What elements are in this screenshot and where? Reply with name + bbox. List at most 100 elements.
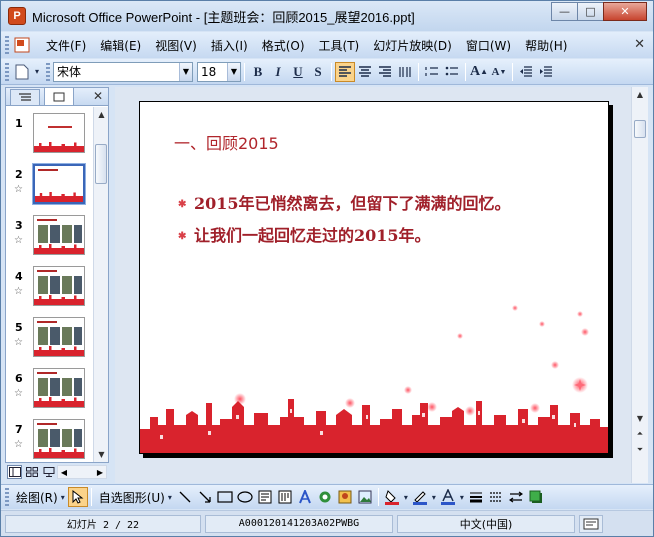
- font-color-icon[interactable]: [438, 487, 458, 507]
- slide-thumb-4[interactable]: 4 ☆: [6, 266, 92, 316]
- shrink-font-button[interactable]: A ▼: [489, 62, 509, 82]
- line-style-icon[interactable]: [466, 487, 486, 507]
- bullet-item[interactable]: ✱ 2015年已悄然离去，但留下了满满的回忆。: [178, 190, 511, 214]
- menu-format[interactable]: 格式(O): [262, 37, 305, 54]
- pane-close-icon[interactable]: ✕: [93, 89, 103, 103]
- diagram-icon[interactable]: [315, 487, 335, 507]
- normal-view-icon[interactable]: [7, 465, 22, 479]
- slide-thumbnail[interactable]: [33, 368, 85, 408]
- toolbar-grip[interactable]: [5, 62, 9, 81]
- numbered-list-icon[interactable]: [422, 62, 442, 82]
- line-tool-icon[interactable]: [175, 487, 195, 507]
- bold-button[interactable]: B: [248, 62, 268, 82]
- previous-slide-icon[interactable]: ⏶: [632, 427, 648, 441]
- oval-tool-icon[interactable]: [235, 487, 255, 507]
- slide-thumbnail[interactable]: [33, 215, 85, 255]
- pane-horizontal-scrollbar[interactable]: ◀ ▶: [57, 465, 107, 479]
- chevron-down-icon[interactable]: ▾: [458, 487, 466, 507]
- underline-button[interactable]: U: [288, 62, 308, 82]
- textbox-tool-icon[interactable]: [255, 487, 275, 507]
- new-document-icon[interactable]: [12, 62, 32, 82]
- slide-thumb-7[interactable]: 7 ☆: [6, 419, 92, 462]
- slide-title[interactable]: 一、回顾2015: [174, 130, 279, 154]
- chevron-down-icon[interactable]: ▾: [165, 487, 175, 507]
- select-pointer-icon[interactable]: [67, 487, 88, 507]
- menu-insert[interactable]: 插入(I): [211, 37, 248, 54]
- scroll-up-arrow-icon[interactable]: ▲: [94, 107, 109, 122]
- spell-check-icon[interactable]: [579, 514, 603, 533]
- next-slide-icon[interactable]: ⏷: [632, 443, 648, 457]
- line-color-icon[interactable]: [410, 487, 430, 507]
- chevron-down-icon[interactable]: ▾: [58, 487, 68, 507]
- scroll-up-arrow-icon[interactable]: ▲: [632, 87, 648, 101]
- chevron-down-icon[interactable]: ▾: [402, 487, 410, 507]
- thumbnails-scrollbar[interactable]: ▲ ▼: [93, 107, 108, 462]
- increase-indent-icon[interactable]: [536, 62, 556, 82]
- chevron-down-icon[interactable]: ▾: [430, 487, 438, 507]
- slide-sorter-view-icon[interactable]: [24, 465, 39, 479]
- slide-thumb-2[interactable]: 2 ☆: [6, 163, 92, 214]
- chevron-down-icon[interactable]: ▼: [179, 62, 192, 81]
- minimize-button[interactable]: —: [551, 2, 578, 21]
- document-menu-icon[interactable]: [12, 35, 32, 55]
- scroll-left-arrow-icon[interactable]: ◀: [58, 466, 70, 478]
- shadow-style-icon[interactable]: [526, 487, 546, 507]
- tab-outline[interactable]: [10, 89, 40, 105]
- wordart-icon[interactable]: [295, 487, 315, 507]
- font-toolbar-grip[interactable]: [46, 62, 50, 81]
- toolbar-options-chevron-icon[interactable]: ▾: [32, 62, 42, 82]
- chevron-down-icon[interactable]: ▼: [227, 62, 240, 81]
- powerpoint-app-icon[interactable]: P: [8, 7, 26, 25]
- fill-color-icon[interactable]: [382, 487, 402, 507]
- tab-slides[interactable]: [44, 87, 74, 105]
- menu-window[interactable]: 窗口(W): [466, 37, 511, 54]
- font-size-select[interactable]: 18 ▼: [197, 61, 241, 82]
- italic-button[interactable]: I: [268, 62, 288, 82]
- slide-thumbnail[interactable]: [32, 163, 86, 205]
- slide-vertical-scrollbar[interactable]: ▲ ▼ ⏶ ⏷: [631, 87, 648, 483]
- close-button[interactable]: ✕: [603, 2, 647, 21]
- slide-thumbnail[interactable]: [33, 266, 85, 306]
- draw-menu-button[interactable]: 绘图(R): [16, 489, 58, 506]
- bullet-item[interactable]: ✱ 让我们一起回忆走过的2015年。: [178, 222, 431, 246]
- slide-thumbnail[interactable]: [33, 317, 85, 357]
- maximize-button[interactable]: □: [577, 2, 604, 21]
- shadow-button[interactable]: S: [308, 62, 328, 82]
- slide-thumbnail[interactable]: [33, 419, 85, 459]
- grow-font-button[interactable]: A ▲: [469, 62, 489, 82]
- slide-thumb-6[interactable]: 6 ☆: [6, 368, 92, 418]
- menu-tools[interactable]: 工具(T): [319, 37, 360, 54]
- scrollbar-thumb[interactable]: [95, 144, 107, 184]
- document-close-icon[interactable]: ✕: [634, 37, 645, 52]
- vertical-textbox-tool-icon[interactable]: [275, 487, 295, 507]
- distribute-columns-icon[interactable]: [395, 62, 415, 82]
- menu-view[interactable]: 视图(V): [155, 37, 197, 54]
- rectangle-tool-icon[interactable]: [215, 487, 235, 507]
- current-slide[interactable]: 一、回顾2015 ✱ 2015年已悄然离去，但留下了满满的回忆。 ✱ 让我们一起回忆…: [139, 101, 609, 454]
- slideshow-view-icon[interactable]: [41, 465, 56, 479]
- align-right-icon[interactable]: [375, 62, 395, 82]
- menubar-grip[interactable]: [5, 36, 9, 54]
- bulleted-list-icon[interactable]: [442, 62, 462, 82]
- font-name-select[interactable]: 宋体 ▼: [53, 61, 193, 82]
- drawbar-grip[interactable]: [5, 488, 9, 506]
- slide-thumb-5[interactable]: 5 ☆: [6, 317, 92, 367]
- scroll-right-arrow-icon[interactable]: ▶: [94, 466, 106, 478]
- align-left-icon[interactable]: [335, 61, 355, 82]
- menu-help[interactable]: 帮助(H): [525, 37, 567, 54]
- menu-file[interactable]: 文件(F): [46, 37, 86, 54]
- scroll-down-arrow-icon[interactable]: ▼: [632, 411, 648, 425]
- menu-slideshow[interactable]: 幻灯片放映(D): [373, 37, 452, 54]
- scrollbar-thumb[interactable]: [634, 120, 646, 138]
- autoshapes-menu-button[interactable]: 自选图形(U): [99, 489, 165, 506]
- scroll-down-arrow-icon[interactable]: ▼: [94, 447, 109, 462]
- clipart-icon[interactable]: [335, 487, 355, 507]
- slide-thumb-1[interactable]: 1: [6, 113, 92, 163]
- menu-edit[interactable]: 编辑(E): [100, 37, 141, 54]
- arrow-tool-icon[interactable]: [195, 487, 215, 507]
- slide-thumb-3[interactable]: 3 ☆: [6, 215, 92, 265]
- decrease-indent-icon[interactable]: [516, 62, 536, 82]
- insert-picture-icon[interactable]: [355, 487, 375, 507]
- slide-thumbnail[interactable]: [33, 113, 85, 153]
- dash-style-icon[interactable]: [486, 487, 506, 507]
